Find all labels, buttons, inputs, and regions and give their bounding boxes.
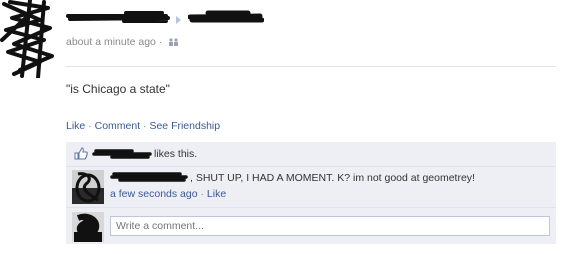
comment-item: , SHUT UP, I HAD A MOMENT. K? im not goo… — [66, 167, 556, 208]
like-link[interactable]: Like — [66, 120, 85, 132]
poster-name-redaction[interactable] — [66, 10, 170, 24]
comment-timestamp[interactable]: a few seconds ago — [110, 188, 198, 200]
thumbs-up-icon — [74, 147, 88, 160]
commenter-name-redaction[interactable] — [110, 171, 188, 183]
post-timestamp[interactable]: about a minute ago — [66, 36, 156, 48]
header-divider — [66, 66, 556, 67]
status-message: "is Chicago a state" — [66, 82, 170, 96]
liker-name-redaction[interactable] — [92, 148, 152, 160]
feedback-box: likes this. , SHUT UP, I HAD A MOMENT. K… — [66, 142, 556, 244]
action-separator: · — [85, 120, 95, 132]
comment-input[interactable] — [110, 216, 550, 236]
post-header: about a minute ago · — [66, 10, 556, 50]
likes-text: likes this. — [154, 148, 198, 160]
comment-meta-separator: · — [197, 188, 207, 200]
meta-separator: · — [158, 36, 163, 48]
comment-composer — [66, 208, 556, 244]
post-actions: Like · Comment · See Friendship — [66, 120, 556, 138]
see-friendship-link[interactable]: See Friendship — [149, 120, 220, 132]
recipient-name-redaction[interactable] — [188, 10, 264, 24]
comment-link[interactable]: Comment — [95, 120, 141, 132]
viewer-avatar — [72, 212, 104, 242]
to-arrow-icon — [176, 16, 181, 24]
friends-icon[interactable] — [168, 38, 179, 47]
poster-avatar[interactable] — [0, 0, 58, 78]
post-meta: about a minute ago · — [66, 36, 179, 48]
comment-like-link[interactable]: Like — [207, 188, 226, 200]
comment-meta: a few seconds ago · Like — [110, 188, 226, 200]
likes-row: likes this. — [66, 142, 556, 167]
commenter-avatar[interactable] — [72, 170, 104, 204]
comment-text: , SHUT UP, I HAD A MOMENT. K? im not goo… — [190, 172, 475, 184]
